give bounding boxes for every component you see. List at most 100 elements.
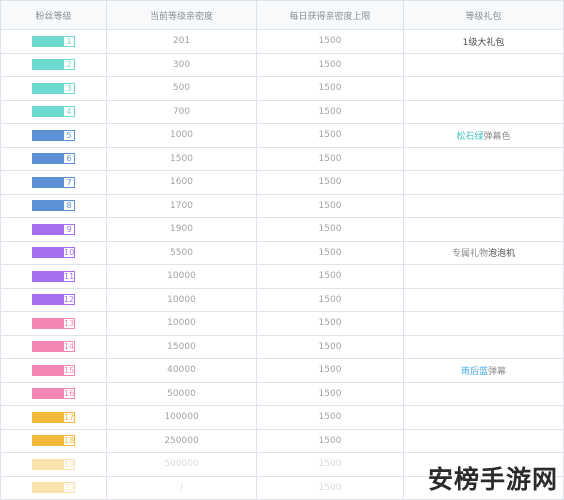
level-number: 2 [63,59,75,71]
level-number: 4 [63,106,75,118]
daily-limit-cell: 1500 [256,381,404,406]
daily-limit-cell: 1500 [256,358,404,383]
level-gift-cell [403,170,564,195]
level-number: 12 [63,294,75,306]
level-gift-cell [403,193,564,218]
current-intimacy-cell: 50000 [106,381,257,406]
fan-level-cell: 7 [0,170,107,195]
table-body: 1 201 1500 1级大礼包 2 300 1500 3 500 1500 4 700 1500 5 10… [0,29,564,500]
table-row: 18 250000 1500 [0,428,564,453]
table-row: 11 10000 1500 [0,264,564,289]
level-number: 7 [63,176,75,188]
level-badge-bar [32,270,63,282]
level-gift-cell [403,52,564,77]
level-number: 17 [63,411,75,423]
table-row: 5 1000 1500 松石绿弹幕色 [0,123,564,148]
gift-text: 泡泡机 [488,249,516,260]
level-badge: 14 [32,341,75,353]
current-intimacy-cell: 100000 [106,405,257,430]
level-gift-cell [403,264,564,289]
level-gift-cell [403,146,564,171]
gift-text: 松石绿 [456,131,484,142]
level-badge-bar [32,35,63,47]
header-level-gift: 等级礼包 [403,0,564,30]
table-row: 16 50000 1500 [0,381,564,406]
level-badge-bar [32,482,63,494]
daily-limit-cell: 1500 [256,475,404,500]
current-intimacy-cell: 500000 [106,452,257,477]
level-badge-bar [32,458,63,470]
level-badge: 17 [32,411,75,423]
fan-level-cell: 8 [0,193,107,218]
level-gift-cell: 雨后蓝弹幕 [403,358,564,383]
current-intimacy-cell: 300 [106,52,257,77]
level-gift-cell [403,334,564,359]
level-badge-bar [32,106,63,118]
daily-limit-cell: 1500 [256,146,404,171]
daily-limit-cell: 1500 [256,264,404,289]
level-number: 6 [63,153,75,165]
daily-limit-cell: 1500 [256,311,404,336]
gift-text: 弹幕 [488,366,507,377]
fan-level-cell: 18 [0,428,107,453]
level-number: 16 [63,388,75,400]
daily-limit-cell: 1500 [256,217,404,242]
level-number: 13 [63,317,75,329]
daily-limit-cell: 1500 [256,76,404,101]
level-number: 5 [63,129,75,141]
table-row: 7 1600 1500 [0,170,564,195]
daily-limit-cell: 1500 [256,287,404,312]
fan-level-cell: 9 [0,217,107,242]
daily-limit-cell: 1500 [256,405,404,430]
level-badge-bar [32,176,63,188]
fan-level-cell: 15 [0,358,107,383]
level-badge-bar [32,200,63,212]
fan-level-cell: 13 [0,311,107,336]
current-intimacy-cell: 10000 [106,311,257,336]
level-badge-bar [32,153,63,165]
level-badge: 6 [32,153,75,165]
level-number: 15 [63,364,75,376]
daily-limit-cell: 1500 [256,452,404,477]
fan-level-cell: 11 [0,264,107,289]
current-intimacy-cell: 1500 [106,146,257,171]
table-row: 10 5500 1500 专属礼物泡泡机 [0,240,564,265]
level-badge: 1 [32,35,75,47]
table-row: 14 15000 1500 [0,334,564,359]
table-row: 4 700 1500 [0,99,564,124]
table-row: 2 300 1500 [0,52,564,77]
level-badge-bar [32,223,63,235]
level-gift-cell [403,311,564,336]
fan-level-cell: 10 [0,240,107,265]
current-intimacy-cell: 40000 [106,358,257,383]
daily-limit-cell: 1500 [256,29,404,54]
current-intimacy-cell: 700 [106,99,257,124]
level-badge: 4 [32,106,75,118]
level-badge-bar [32,294,63,306]
fan-level-cell: 17 [0,405,107,430]
daily-limit-cell: 1500 [256,193,404,218]
current-intimacy-cell: 250000 [106,428,257,453]
current-intimacy-cell: 1600 [106,170,257,195]
current-intimacy-cell: 1000 [106,123,257,148]
table-row: 3 500 1500 [0,76,564,101]
level-number: 11 [63,270,75,282]
current-intimacy-cell: 5500 [106,240,257,265]
fan-level-cell: 5 [0,123,107,148]
current-intimacy-cell: / [106,475,257,500]
level-badge: 18 [32,435,75,447]
fan-level-cell: 1 [0,29,107,54]
gift-text: 弹幕色 [483,131,511,142]
level-badge: 13 [32,317,75,329]
level-badge: 7 [32,176,75,188]
fan-level-cell: 12 [0,287,107,312]
level-gift-cell [403,405,564,430]
fan-level-cell: 3 [0,76,107,101]
level-gift-cell [403,287,564,312]
current-intimacy-cell: 1900 [106,217,257,242]
current-intimacy-cell: 10000 [106,287,257,312]
level-badge: 5 [32,129,75,141]
level-gift-cell [403,381,564,406]
gift-text: 专属礼物 [451,249,488,260]
current-intimacy-cell: 500 [106,76,257,101]
